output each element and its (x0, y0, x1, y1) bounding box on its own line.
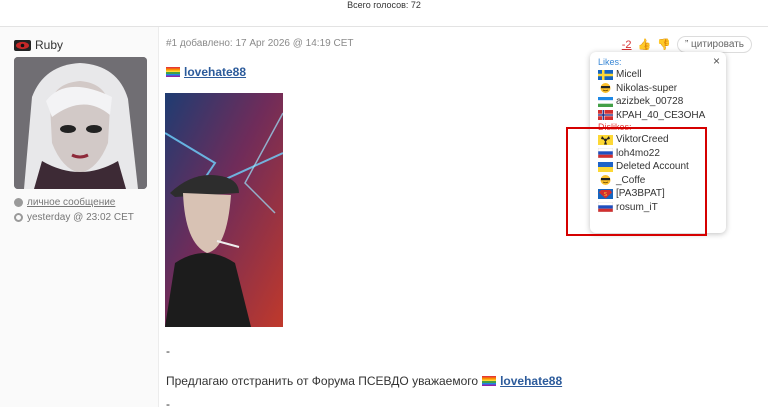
likes-voter[interactable]: КРАН_40_СЕЗОНА (598, 109, 718, 123)
body-mention-link[interactable]: lovehate88 (500, 374, 562, 388)
mention-link[interactable]: lovehate88 (166, 65, 246, 79)
online-status-icon (14, 213, 23, 222)
last-seen-label: yesterday @ 23:02 CET (27, 212, 134, 223)
dislikes-highlight-box (566, 127, 707, 236)
voter-name[interactable]: azizbek_00728 (616, 96, 683, 107)
post-score[interactable]: -2 (622, 39, 632, 51)
likes-title: Likes: (598, 57, 622, 67)
quote-button[interactable]: ” цитировать (676, 36, 752, 53)
voter-name[interactable]: Micell (616, 69, 642, 80)
post-separator: - (166, 397, 170, 407)
likes-list: Micell Nikolas-super azizbek_00728 КРАН_40_… (598, 68, 718, 122)
post-actions: -2 👍 👎 ” цитировать (622, 36, 752, 53)
post-body-text: Предлагаю отстранить от Форума ПСЕВДО ув… (166, 374, 479, 388)
votes-total: Всего голосов: 72 (347, 0, 421, 10)
post-header: #1 добавлено: 17 Apr 2026 @ 14:19 CET (166, 38, 354, 49)
voter-name[interactable]: Nikolas-super (616, 83, 677, 94)
avatar[interactable] (14, 57, 147, 189)
rainbow-flag-icon (482, 376, 497, 386)
author-name[interactable]: Ruby (35, 38, 63, 52)
thumbs-down-icon[interactable]: 👎 (657, 38, 671, 51)
sweden-flag-icon (598, 69, 613, 80)
close-icon[interactable]: × (713, 54, 720, 68)
likes-voter[interactable]: Micell (598, 68, 718, 82)
message-icon (14, 198, 23, 207)
post-author[interactable]: Ruby (14, 38, 63, 52)
post-body: Предлагаю отстранить от Форума ПСЕВДО ув… (166, 374, 562, 388)
post-author-panel: Ruby личное сообщение yesterday @ 23:02 … (0, 27, 158, 407)
likes-voter[interactable]: Nikolas-super (598, 82, 718, 96)
post-separator: - (166, 344, 170, 358)
uzbekistan-flag-icon (598, 96, 613, 107)
private-message-label[interactable]: личное сообщение (27, 197, 115, 208)
private-message-link[interactable]: личное сообщение (14, 197, 115, 208)
red-eye-icon (14, 39, 31, 51)
voter-name[interactable]: КРАН_40_СЕЗОНА (616, 110, 705, 121)
smiley-sunglasses-icon (598, 83, 613, 94)
thumbs-up-icon[interactable]: 👍 (638, 38, 652, 51)
norway-flag-icon (598, 110, 613, 121)
rainbow-flag-icon (166, 67, 180, 77)
post-image[interactable] (165, 93, 283, 327)
likes-voter[interactable]: azizbek_00728 (598, 95, 718, 109)
mention-username[interactable]: lovehate88 (184, 65, 246, 79)
last-seen: yesterday @ 23:02 CET (14, 212, 134, 223)
